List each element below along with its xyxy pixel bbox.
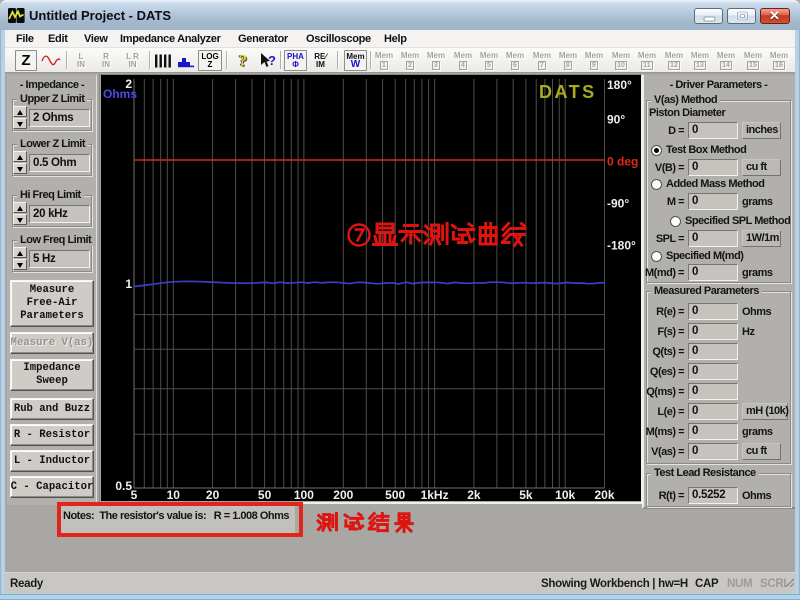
svg-text:1kHz: 1kHz bbox=[421, 488, 449, 501]
svg-text:20: 20 bbox=[206, 488, 220, 501]
svg-text:10k: 10k bbox=[555, 488, 575, 501]
svg-text:1: 1 bbox=[125, 277, 132, 291]
svg-text:5k: 5k bbox=[519, 488, 533, 501]
svg-text:180°: 180° bbox=[607, 78, 632, 92]
svg-text:2k: 2k bbox=[467, 488, 481, 501]
svg-text:200: 200 bbox=[333, 488, 353, 501]
svg-text:100: 100 bbox=[294, 488, 314, 501]
svg-text:?: ? bbox=[268, 53, 276, 68]
svg-text:DATS: DATS bbox=[539, 82, 597, 102]
svg-text:5: 5 bbox=[131, 488, 138, 501]
svg-text:Ohms: Ohms bbox=[103, 87, 137, 101]
svg-text:50: 50 bbox=[258, 488, 272, 501]
svg-text:500: 500 bbox=[385, 488, 405, 501]
svg-text:10: 10 bbox=[167, 488, 181, 501]
